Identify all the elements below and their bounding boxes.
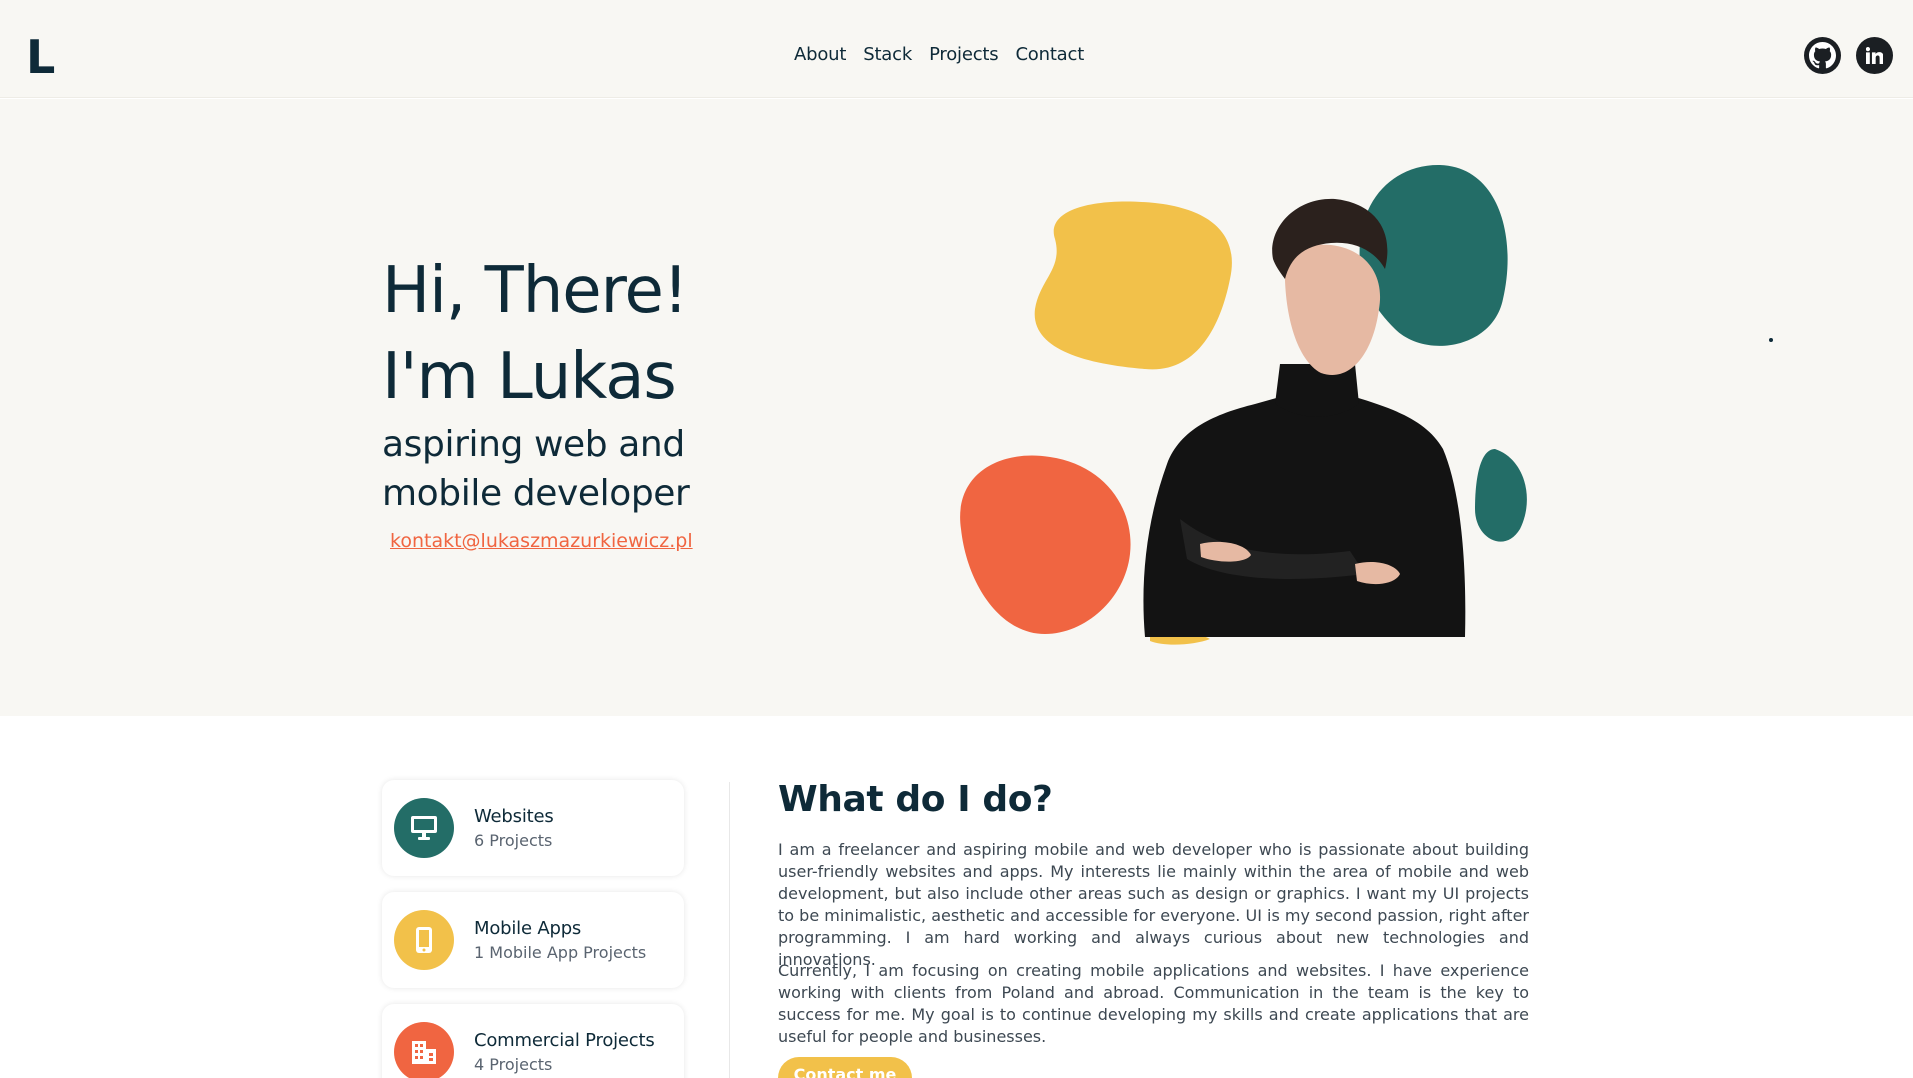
contact-me-button[interactable]: Contact me <box>778 1057 912 1078</box>
service-title: Mobile Apps <box>474 918 582 939</box>
nav-projects[interactable]: Projects <box>929 44 999 65</box>
main-nav: About Stack Projects Contact <box>794 44 1084 65</box>
service-card-commercial[interactable]: Commercial Projects 4 Projects <box>382 1004 684 1078</box>
hero-subtitle: aspiring web and mobile developer <box>382 424 690 514</box>
nav-about[interactable]: About <box>794 44 846 65</box>
about-paragraph: Currently, I am focusing on creating mob… <box>778 961 1529 1046</box>
service-count: 6 Projects <box>474 831 553 850</box>
hero-name: I'm Lukas <box>382 340 677 414</box>
nav-stack[interactable]: Stack <box>863 44 912 65</box>
phone-icon <box>394 910 454 970</box>
nav-contact[interactable]: Contact <box>1015 44 1084 65</box>
linkedin-icon[interactable] <box>1856 37 1893 74</box>
orange-blob <box>960 455 1131 634</box>
section-divider <box>729 782 730 1078</box>
github-icon[interactable] <box>1804 37 1841 74</box>
site-header: L About Stack Projects Contact <box>0 0 1913 98</box>
service-title: Commercial Projects <box>474 1030 655 1051</box>
teal-blob-small <box>1475 449 1527 542</box>
service-count: 4 Projects <box>474 1055 553 1074</box>
yellow-blob <box>1034 201 1232 370</box>
service-count: 1 Mobile App Projects <box>474 943 647 962</box>
about-paragraph: I am a freelancer and aspiring mobile an… <box>778 840 1529 969</box>
hero-section: Hi, There! I'm Lukas aspiring web and mo… <box>0 99 1913 716</box>
decorative-dot <box>1769 338 1773 342</box>
service-card-mobile-apps[interactable]: Mobile Apps 1 Mobile App Projects <box>382 892 684 988</box>
service-title: Websites <box>474 806 554 827</box>
logo[interactable]: L <box>26 34 55 80</box>
desktop-icon <box>394 798 454 858</box>
about-title: What do I do? <box>778 779 1053 820</box>
service-card-websites[interactable]: Websites 6 Projects <box>382 780 684 876</box>
building-icon <box>394 1022 454 1078</box>
hero-greeting: Hi, There! <box>382 254 689 328</box>
hero-illustration <box>960 164 1527 645</box>
email-link[interactable]: kontakt@lukaszmazurkiewicz.pl <box>390 530 693 552</box>
